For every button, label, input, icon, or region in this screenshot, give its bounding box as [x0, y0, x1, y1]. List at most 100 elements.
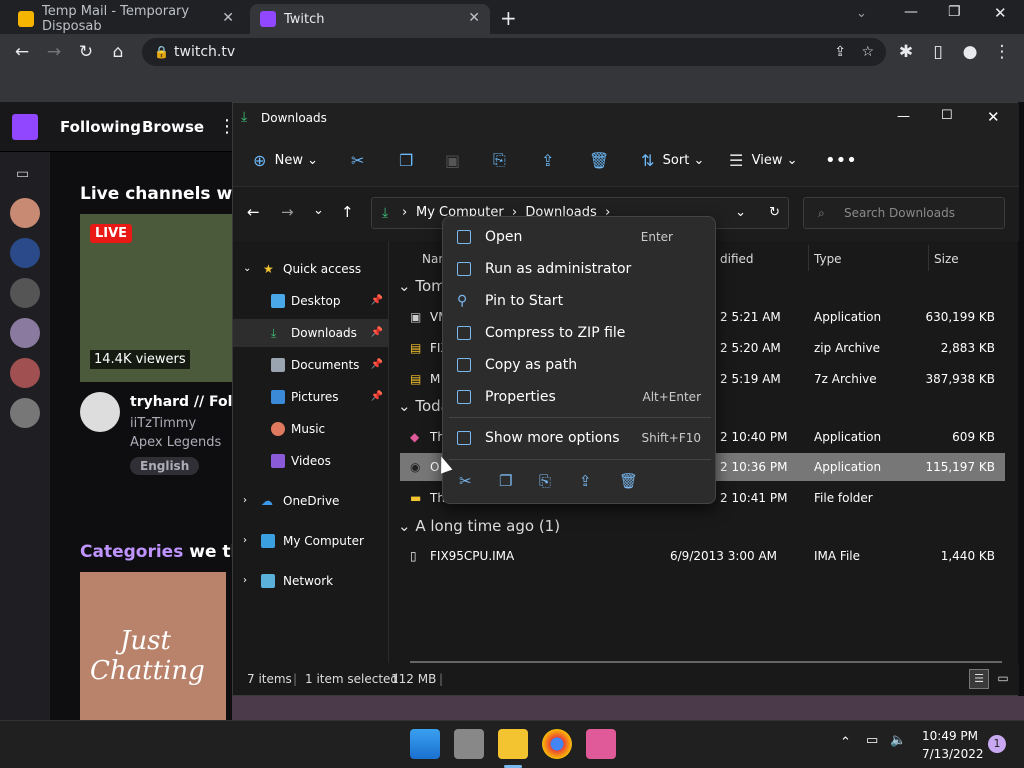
- notification-badge[interactable]: 1: [988, 735, 1006, 753]
- avatar[interactable]: [10, 198, 40, 228]
- start-icon[interactable]: [410, 729, 440, 759]
- forward-icon[interactable]: →: [281, 203, 294, 221]
- sort-button[interactable]: ⇅ Sort ⌄: [641, 149, 704, 171]
- category-card[interactable]: Just Chatting: [80, 572, 226, 720]
- menu-item-pin-to-start[interactable]: ⚲ Pin to Start: [449, 286, 711, 316]
- view-button[interactable]: ☰ View ⌄: [729, 149, 798, 171]
- menu-item-properties[interactable]: Properties Alt+Enter: [449, 382, 711, 412]
- recent-locations-icon[interactable]: ⌄: [313, 203, 324, 218]
- sidebar-item-music[interactable]: Music: [233, 415, 389, 443]
- chevron-down-icon[interactable]: ⌄: [735, 198, 746, 228]
- chrome-icon[interactable]: [542, 729, 572, 759]
- trash-icon[interactable]: 🗑: [619, 472, 638, 490]
- chevron-right-icon[interactable]: ›: [243, 487, 247, 515]
- minimize-icon[interactable]: —: [904, 4, 918, 20]
- back-icon[interactable]: ←: [247, 203, 260, 221]
- avatar[interactable]: [10, 238, 40, 268]
- share-icon[interactable]: ⇪: [579, 472, 592, 490]
- search-input[interactable]: ⌕ Search Downloads: [803, 197, 1005, 229]
- chevron-down-icon[interactable]: ⌄: [243, 255, 251, 283]
- avatar[interactable]: [10, 358, 40, 388]
- side-panel-icon[interactable]: ▯: [928, 42, 948, 62]
- share-icon[interactable]: ⇪: [834, 38, 846, 66]
- column-date-modified[interactable]: dified: [720, 247, 754, 271]
- clock-time[interactable]: 10:49 PM: [922, 729, 978, 743]
- table-row[interactable]: ▯ FIX95CPU.IMA 6/9/2013 3:00 AM IMA File…: [400, 542, 1005, 570]
- cut-button[interactable]: ✂: [351, 149, 364, 171]
- delete-button[interactable]: 🗑: [589, 149, 609, 171]
- sidebar-item-onedrive[interactable]: › ☁ OneDrive: [233, 487, 389, 515]
- menu-item-open[interactable]: Open Enter: [449, 222, 711, 252]
- star-icon[interactable]: ☆: [861, 38, 874, 66]
- sidebar-item-pictures[interactable]: Pictures 📌: [233, 383, 389, 411]
- copy-icon[interactable]: ❐: [499, 472, 512, 490]
- back-icon[interactable]: ←: [12, 42, 32, 62]
- tab-temp-mail[interactable]: Temp Mail - Temporary Disposab ✕: [8, 4, 244, 34]
- avatar[interactable]: [10, 318, 40, 348]
- share-button[interactable]: ⇪: [541, 149, 554, 171]
- channel-title[interactable]: tryhard // Follo: [130, 394, 247, 410]
- scissors-icon[interactable]: ✂: [459, 472, 472, 490]
- network-icon[interactable]: ▭: [866, 733, 878, 748]
- twitch-logo-icon[interactable]: [12, 114, 38, 140]
- nav-following[interactable]: Following: [60, 118, 141, 136]
- menu-item-copy-as-path[interactable]: Copy as path: [449, 350, 711, 380]
- details-view-icon[interactable]: ☰: [969, 669, 989, 689]
- app-icon[interactable]: [586, 729, 616, 759]
- rename-button[interactable]: ⎘: [493, 149, 506, 171]
- home-icon[interactable]: ⌂: [108, 42, 128, 62]
- column-type[interactable]: Type: [814, 247, 842, 271]
- new-tab-icon[interactable]: +: [500, 6, 517, 30]
- close-icon[interactable]: ✕: [222, 10, 234, 26]
- menu-item-run-as-admin[interactable]: Run as administrator: [449, 254, 711, 284]
- stream-thumbnail[interactable]: LIVE 14.4K viewers: [80, 214, 240, 382]
- clock-date[interactable]: 7/13/2022: [922, 747, 984, 761]
- language-tag[interactable]: English: [130, 457, 200, 475]
- sidebar-item-network[interactable]: › Network: [233, 567, 389, 595]
- game-name[interactable]: Apex Legends: [130, 435, 221, 450]
- group-header[interactable]: ⌄ A long time ago (1): [398, 517, 560, 535]
- menu-icon[interactable]: ⋮: [992, 42, 1012, 62]
- extensions-icon[interactable]: ✱: [896, 42, 916, 62]
- file-explorer-icon[interactable]: [498, 729, 528, 759]
- volume-icon[interactable]: 🔈: [890, 733, 906, 748]
- close-icon[interactable]: ✕: [994, 4, 1007, 22]
- chevron-down-icon[interactable]: ⌄: [856, 6, 867, 21]
- reload-icon[interactable]: ↻: [76, 42, 96, 62]
- maximize-icon[interactable]: ☐: [941, 108, 953, 123]
- tab-twitch[interactable]: Twitch ✕: [250, 4, 490, 34]
- tiles-view-icon[interactable]: ▭: [993, 669, 1013, 689]
- avatar[interactable]: [10, 278, 40, 308]
- refresh-icon[interactable]: ↻: [769, 198, 780, 228]
- close-icon[interactable]: ✕: [987, 108, 1000, 126]
- minimize-icon[interactable]: —: [897, 109, 910, 124]
- up-icon[interactable]: ↑: [341, 203, 354, 221]
- column-size[interactable]: Size: [934, 247, 959, 271]
- sidebar-item-desktop[interactable]: Desktop 📌: [233, 287, 389, 315]
- chevron-up-icon[interactable]: ⌃: [840, 735, 851, 750]
- forward-icon[interactable]: →: [44, 42, 64, 62]
- group-header[interactable]: ⌄ Tom: [398, 277, 446, 295]
- omnibox[interactable]: 🔒 twitch.tv ⇪ ☆: [142, 38, 886, 66]
- paste-button[interactable]: ▣: [445, 149, 460, 171]
- profile-icon[interactable]: ●: [960, 42, 980, 62]
- streamer-name[interactable]: iiTzTimmy: [130, 416, 196, 431]
- copy-button[interactable]: ❐: [399, 149, 413, 171]
- avatar[interactable]: [80, 392, 120, 432]
- new-button[interactable]: ⊕ New ⌄: [253, 149, 318, 171]
- rename-icon[interactable]: ⎘: [539, 472, 551, 490]
- chevron-right-icon[interactable]: ›: [243, 567, 247, 595]
- sidebar-item-my-computer[interactable]: › My Computer: [233, 527, 389, 555]
- menu-item-compress-zip[interactable]: Compress to ZIP file: [449, 318, 711, 348]
- restore-icon[interactable]: ❐: [948, 4, 961, 20]
- menu-item-show-more-options[interactable]: Show more options Shift+F10: [449, 423, 711, 453]
- close-icon[interactable]: ✕: [468, 10, 480, 26]
- nav-browse[interactable]: Browse: [142, 118, 204, 136]
- sidebar-item-videos[interactable]: Videos: [233, 447, 389, 475]
- sidebar-item-documents[interactable]: Documents 📌: [233, 351, 389, 379]
- chevron-right-icon[interactable]: ›: [243, 527, 247, 555]
- sidebar-item-downloads[interactable]: ⤓ Downloads 📌: [233, 319, 389, 347]
- task-view-icon[interactable]: [454, 729, 484, 759]
- avatar[interactable]: [10, 398, 40, 428]
- more-options-icon[interactable]: •••: [825, 149, 857, 171]
